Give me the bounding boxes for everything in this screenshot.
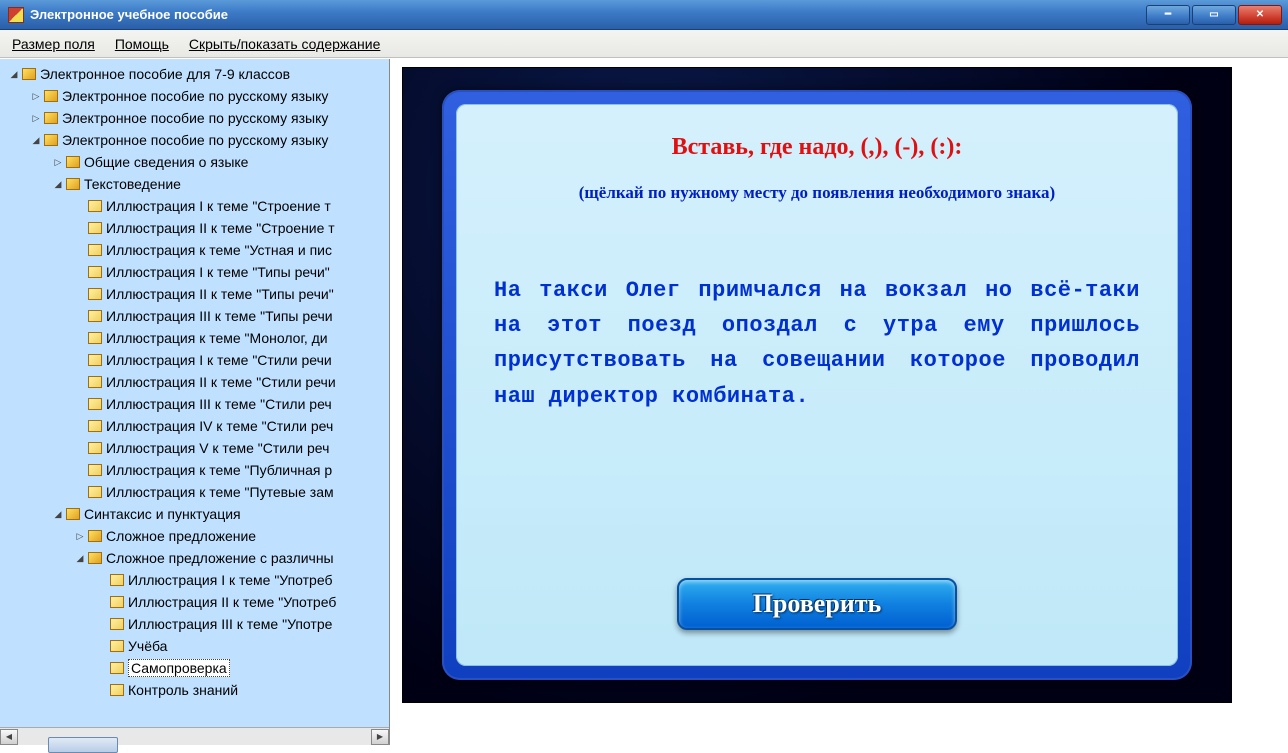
- minimize-button[interactable]: ━: [1146, 5, 1190, 25]
- window-titlebar: Электронное учебное пособие ━ ▭ ✕: [0, 0, 1288, 30]
- page-icon: [88, 310, 102, 322]
- tree-leaf[interactable]: Иллюстрация I к теме "Употреб: [128, 572, 332, 588]
- check-button-label: Проверить: [753, 589, 882, 619]
- window-title: Электронное учебное пособие: [30, 7, 1146, 22]
- page-icon: [110, 640, 124, 652]
- page-icon: [88, 200, 102, 212]
- page-icon: [88, 266, 102, 278]
- tree-leaf[interactable]: Иллюстрация I к теме "Типы речи": [106, 264, 330, 280]
- page-icon: [88, 222, 102, 234]
- sidebar-hscrollbar[interactable]: ◀ ▶: [0, 727, 389, 745]
- tree-leaf[interactable]: Иллюстрация I к теме "Стили речи: [106, 352, 332, 368]
- page-icon: [88, 244, 102, 256]
- expand-icon[interactable]: ▷: [74, 530, 86, 542]
- book-icon: [44, 134, 58, 146]
- tree-node[interactable]: Сложное предложение с различны: [106, 550, 334, 566]
- menubar: Размер поля Помощь Скрыть/показать содер…: [0, 30, 1288, 58]
- tree-leaf[interactable]: Иллюстрация IV к теме "Стили реч: [106, 418, 333, 434]
- expand-icon[interactable]: ▷: [30, 90, 42, 102]
- page-icon: [110, 574, 124, 586]
- tree-node[interactable]: Общие сведения о языке: [84, 154, 248, 170]
- tree-leaf[interactable]: Иллюстрация к теме "Устная и пис: [106, 242, 332, 258]
- tree-node[interactable]: Электронное пособие по русскому языку: [62, 110, 328, 126]
- expand-icon[interactable]: ◢: [8, 68, 20, 80]
- page-icon: [88, 376, 102, 388]
- page-icon: [88, 442, 102, 454]
- tree-leaf[interactable]: Учёба: [128, 638, 167, 654]
- expand-icon[interactable]: ◢: [52, 508, 64, 520]
- scroll-right-button[interactable]: ▶: [371, 729, 389, 745]
- app-icon: [8, 7, 24, 23]
- page-icon: [88, 288, 102, 300]
- expand-icon[interactable]: ▷: [30, 112, 42, 124]
- expand-icon[interactable]: ◢: [52, 178, 64, 190]
- tree-leaf[interactable]: Самопроверка: [128, 659, 230, 677]
- tree-leaf[interactable]: Контроль знаний: [128, 682, 238, 698]
- close-button[interactable]: ✕: [1238, 5, 1282, 25]
- book-icon: [88, 530, 102, 542]
- toc-tree[interactable]: ◢ Электронное пособие для 7-9 классов ▷ …: [0, 59, 389, 727]
- tree-leaf[interactable]: Иллюстрация к теме "Монолог, ди: [106, 330, 328, 346]
- page-icon: [88, 354, 102, 366]
- tree-leaf[interactable]: Иллюстрация II к теме "Стили речи: [106, 374, 336, 390]
- lesson-stage: Вставь, где надо, (,), (-), (:): (щёлкай…: [402, 67, 1232, 703]
- tree-leaf[interactable]: Иллюстрация II к теме "Строение т: [106, 220, 335, 236]
- card-frame: Вставь, где надо, (,), (-), (:): (щёлкай…: [442, 90, 1192, 680]
- book-icon: [66, 508, 80, 520]
- expand-icon[interactable]: ◢: [30, 134, 42, 146]
- book-icon: [66, 156, 80, 168]
- menu-field-size[interactable]: Размер поля: [6, 34, 101, 54]
- page-icon: [88, 398, 102, 410]
- task-hint: (щёлкай по нужному месту до появления не…: [484, 183, 1150, 203]
- tree-leaf[interactable]: Иллюстрация V к теме "Стили реч: [106, 440, 329, 456]
- tree-leaf[interactable]: Иллюстрация к теме "Публичная р: [106, 462, 332, 478]
- menu-help[interactable]: Помощь: [109, 34, 175, 54]
- page-icon: [110, 684, 124, 696]
- page-icon: [88, 332, 102, 344]
- page-icon: [110, 596, 124, 608]
- tree-leaf[interactable]: Иллюстрация III к теме "Употре: [128, 616, 332, 632]
- maximize-button[interactable]: ▭: [1192, 5, 1236, 25]
- content-viewer: Вставь, где надо, (,), (-), (:): (щёлкай…: [390, 59, 1288, 745]
- check-button[interactable]: Проверить: [677, 578, 957, 630]
- toc-sidebar: ◢ Электронное пособие для 7-9 классов ▷ …: [0, 59, 390, 745]
- menu-toggle-toc[interactable]: Скрыть/показать содержание: [183, 34, 386, 54]
- book-icon: [22, 68, 36, 80]
- book-icon: [66, 178, 80, 190]
- expand-icon[interactable]: ◢: [74, 552, 86, 564]
- tree-node[interactable]: Синтаксис и пунктуация: [84, 506, 241, 522]
- tree-node[interactable]: Текстоведение: [84, 176, 181, 192]
- tree-node[interactable]: Электронное пособие по русскому языку: [62, 132, 328, 148]
- task-title: Вставь, где надо, (,), (-), (:):: [484, 134, 1150, 161]
- tree-leaf[interactable]: Иллюстрация III к теме "Типы речи: [106, 308, 333, 324]
- tree-leaf[interactable]: Иллюстрация II к теме "Употреб: [128, 594, 336, 610]
- tree-leaf[interactable]: Иллюстрация к теме "Путевые зам: [106, 484, 334, 500]
- book-icon: [44, 112, 58, 124]
- book-icon: [88, 552, 102, 564]
- card-body: Вставь, где надо, (,), (-), (:): (щёлкай…: [456, 104, 1178, 666]
- tree-node[interactable]: Сложное предложение: [106, 528, 256, 544]
- tree-leaf[interactable]: Иллюстрация II к теме "Типы речи": [106, 286, 334, 302]
- tree-leaf[interactable]: Иллюстрация I к теме "Строение т: [106, 198, 331, 214]
- scroll-left-button[interactable]: ◀: [0, 729, 18, 745]
- page-icon: [88, 420, 102, 432]
- page-icon: [110, 618, 124, 630]
- expand-icon[interactable]: ▷: [52, 156, 64, 168]
- book-icon: [44, 90, 58, 102]
- tree-leaf[interactable]: Иллюстрация III к теме "Стили реч: [106, 396, 332, 412]
- page-icon: [110, 662, 124, 674]
- tree-node-root[interactable]: Электронное пособие для 7-9 классов: [40, 66, 290, 82]
- page-icon: [88, 464, 102, 476]
- task-text[interactable]: На такси Олег примчался на вокзал но всё…: [484, 273, 1150, 414]
- page-icon: [88, 486, 102, 498]
- tree-node[interactable]: Электронное пособие по русскому языку: [62, 88, 328, 104]
